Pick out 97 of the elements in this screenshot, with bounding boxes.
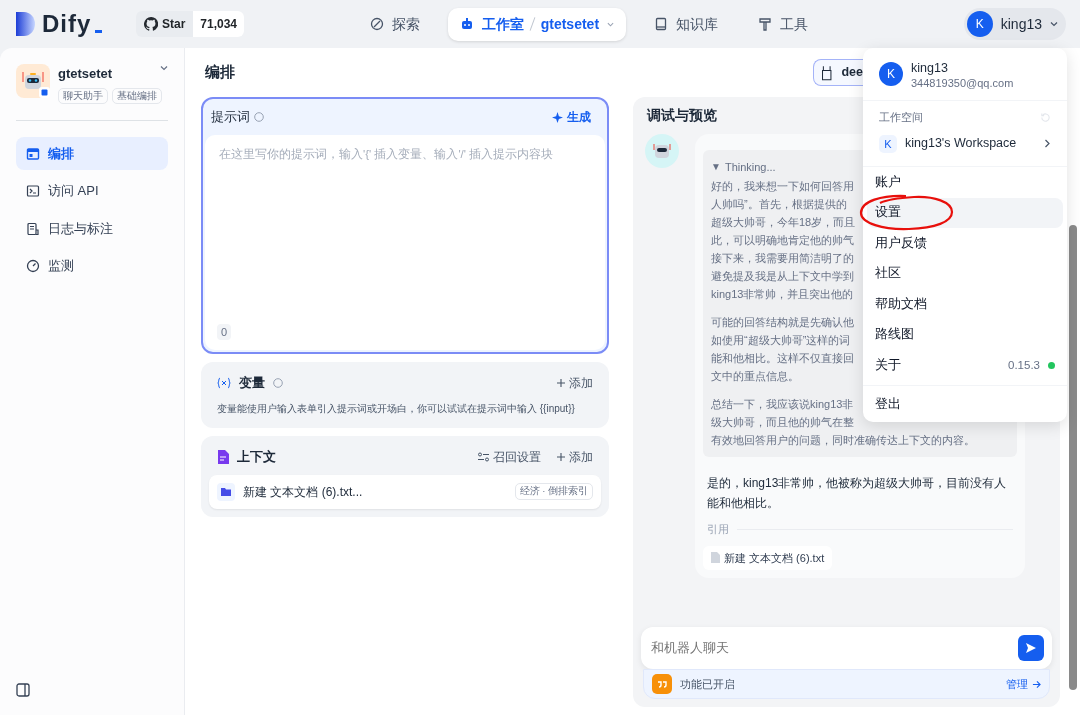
section-title: 变量 <box>239 375 265 392</box>
workspace-avatar: K <box>879 134 897 153</box>
menu-item[interactable]: 登出 <box>867 389 1063 420</box>
nav-tab[interactable]: 知识库 <box>642 7 731 41</box>
quote-icon <box>652 674 672 694</box>
reasoning-text: 此，可以明确地肯定他的帅气 <box>711 233 854 248</box>
user-menu-button[interactable]: K king13 <box>963 8 1066 40</box>
menu-item[interactable]: 关于 0.15.3 <box>867 350 1063 381</box>
reasoning-text: 好的，我来想一下如何回答用 <box>711 179 854 194</box>
nav-tab[interactable]: 探索 <box>357 7 432 41</box>
chevron-down-icon <box>607 20 615 28</box>
menu-item[interactable]: 用户反馈 <box>867 228 1063 259</box>
chevron-right-icon <box>1044 139 1051 149</box>
menu-item[interactable]: 设置 <box>867 197 1063 228</box>
generate-button[interactable]: 生成 <box>552 108 591 126</box>
sidebar-item[interactable]: 监测 <box>16 249 168 283</box>
section-label: 工作空间 <box>879 110 923 125</box>
model-selector[interactable]: dee <box>813 59 863 86</box>
chevron-down-icon[interactable] <box>160 64 168 72</box>
section-title: 上下文 <box>237 448 276 466</box>
citation-chip[interactable]: 新建 文本文档 (6).txt <box>703 545 833 570</box>
retrieval-settings-button[interactable]: 召回设置 <box>478 448 541 466</box>
settings-icon <box>478 452 489 463</box>
file-icon <box>711 552 720 564</box>
sidebar-item[interactable]: 访问 API <box>16 174 168 208</box>
plus-icon <box>557 379 565 388</box>
book-icon <box>654 17 669 31</box>
add-button[interactable]: 添加 <box>557 374 593 392</box>
app-avatar-icon <box>16 64 50 98</box>
file-name: 新建 文本文档 (6).txt... <box>243 483 364 501</box>
chat-input-field[interactable]: 和机器人聊天 <box>641 627 1052 669</box>
variable-icon <box>217 377 231 390</box>
reasoning-text: 能和他相比。这样不仅直接回 <box>711 351 854 366</box>
arrow-right-icon <box>1032 679 1041 689</box>
panel-title: 编排 <box>205 62 235 83</box>
document-icon <box>217 450 229 465</box>
user-email: 344819350@qq.com <box>911 77 1014 90</box>
menu-item[interactable]: 账户 <box>867 167 1063 198</box>
feature-status: 功能已开启 <box>680 676 735 692</box>
sparkle-icon <box>552 111 563 123</box>
app-tag: 基础编排 <box>112 87 162 104</box>
collapse-sidebar-icon[interactable] <box>16 683 30 698</box>
gauge-icon <box>26 259 40 273</box>
app-tag: 聊天助手 <box>58 87 108 104</box>
reasoning-text: king13非常帅，并且突出他的 <box>711 287 854 302</box>
reasoning-text: 如使用“超级大帅哥”这样的词 <box>711 333 851 348</box>
thinking-label: Thinking... <box>724 160 776 175</box>
menu-item[interactable]: 帮助文档 <box>867 289 1063 320</box>
reasoning-text: 接下来，我需要用简洁明了的 <box>711 251 854 266</box>
version-text: 0.15.3 <box>1008 357 1040 373</box>
reasoning-text: 总结一下，我应该说king13非 <box>711 397 854 412</box>
reasoning-text: 人帅吗”。首先，根据提供的 <box>711 197 847 212</box>
logo-text: Dify <box>42 9 92 39</box>
reasoning-text: 级大帅哥，而且他的帅气在整 <box>711 415 854 430</box>
send-icon <box>1025 642 1037 654</box>
reasoning-text: 超级大帅哥，今年18岁，而且 <box>711 215 856 230</box>
citation-label: 引用 <box>707 522 729 537</box>
app-name: gtetsetet <box>58 65 113 83</box>
sidebar-item[interactable]: 日志与标注 <box>16 211 168 246</box>
prompt-label: 提示词 <box>211 108 250 127</box>
robot-icon <box>459 17 474 31</box>
log-icon <box>26 221 40 236</box>
menu-item[interactable]: 社区 <box>867 258 1063 289</box>
terminal-icon <box>26 184 40 198</box>
prompt-editor[interactable]: 提示词 生成 在这里写你的提示词，输入'{' 插入变量、输入'/' 插入提示内容块 0 <box>201 97 609 354</box>
add-button[interactable]: 添加 <box>557 448 593 466</box>
scrollbar-thumb[interactable] <box>1069 225 1077 690</box>
variable-hint: 变量能使用户输入表单引入提示词或开场白，你可以试试在提示词中输入 {{input}} <box>217 401 575 416</box>
github-star-button[interactable]: Star 71,034 <box>136 11 245 37</box>
menu-item[interactable]: 路线图 <box>867 319 1063 350</box>
logo-icon <box>16 12 38 36</box>
manage-link[interactable]: 管理 <box>1006 675 1041 693</box>
folder-icon <box>217 482 235 501</box>
plus-icon <box>557 453 565 462</box>
nav-tab[interactable]: 工具 <box>746 7 821 41</box>
chevron-down-icon <box>1050 20 1058 28</box>
panel-title: 调试与预览 <box>647 106 717 125</box>
answer-text: 是的，king13非常帅，他被称为超级大帅哥，目前没有人能和他相比。 <box>706 475 1008 512</box>
github-icon <box>144 17 158 31</box>
user-name: king13 <box>911 59 948 77</box>
bot-avatar-icon <box>645 134 679 168</box>
hammer-icon <box>758 17 773 31</box>
expand-toggle[interactable]: ▼ <box>711 158 721 176</box>
chat-input[interactable]: 和机器人聊天 <box>649 637 1018 659</box>
character-count: 0 <box>217 323 232 340</box>
layout-icon <box>26 146 40 161</box>
logo-mark <box>95 29 103 33</box>
reasoning-text: 避免提及我是从上下文中学到 <box>711 269 854 284</box>
send-button[interactable] <box>1018 635 1044 661</box>
reasoning-text: 文中的重点信息。 <box>711 369 799 384</box>
user-avatar: K <box>879 62 903 86</box>
nav-tab[interactable]: 工作室 gtetsetet <box>447 7 627 41</box>
reasoning-text: 可能的回答结构就是先确认他 <box>711 315 854 330</box>
workspace-item[interactable]: K king13's Workspace <box>879 129 1051 158</box>
sidebar-item[interactable]: 编排 <box>16 136 168 171</box>
index-tag: 经济 · 倒排索引 <box>514 483 593 500</box>
reasoning-text: 有效地回答用户的问题，同时准确传达上下文的内容。 <box>711 433 975 448</box>
